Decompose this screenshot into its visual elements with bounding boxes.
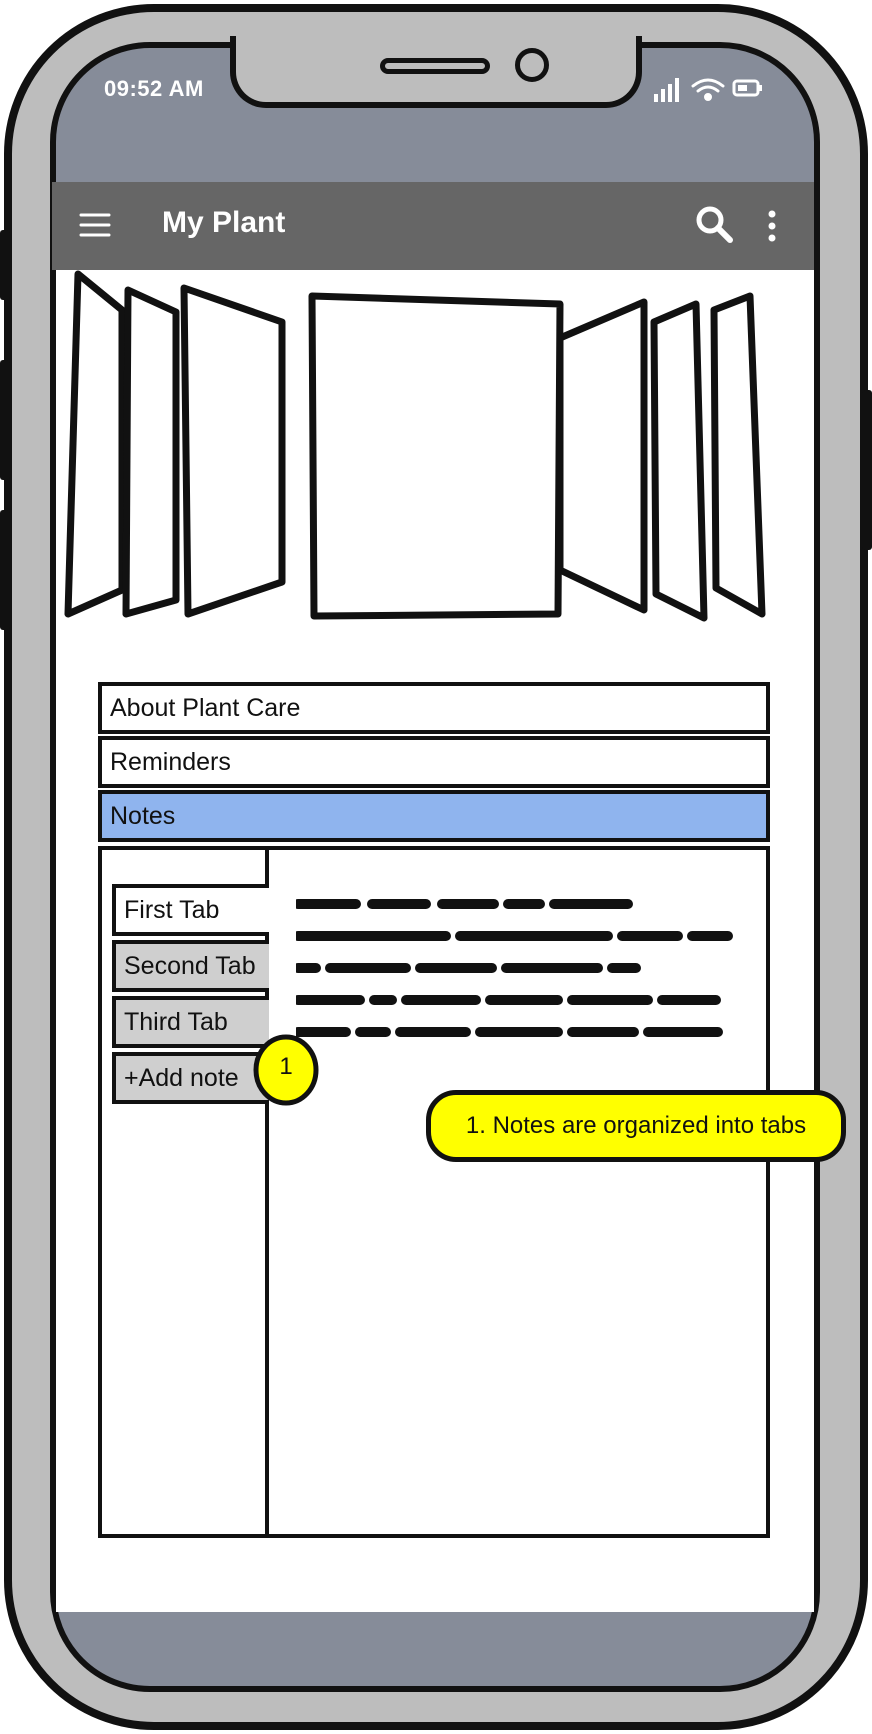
volume-down-button [0,360,10,480]
status-icons [654,78,762,102]
tab-add-note[interactable]: +Add note [112,1052,269,1104]
carousel-image [180,284,286,618]
app-title: My Plant [162,206,286,239]
more-vert-icon[interactable] [760,206,784,246]
annotation-badge-number: 1 [279,1053,293,1080]
tab-label: First Tab [124,895,220,924]
tab-third[interactable]: Third Tab [112,996,269,1048]
note-text-placeholder [296,899,733,1037]
tab-label: Second Tab [124,951,256,980]
section-label: About Plant Care [110,693,301,722]
tab-second[interactable]: Second Tab [112,940,269,992]
status-time: 09:52 AM [104,76,204,101]
carousel-image [650,300,708,622]
section-label: Notes [110,801,176,830]
callout-text: 1. Notes are organized into tabs [465,1112,807,1139]
section-label: Reminders [110,747,231,776]
camera [515,48,549,82]
section-about-plant-care[interactable]: About Plant Care [98,682,770,734]
annotation-callout: 1. Notes are organized into tabs [426,1090,846,1162]
carousel-image [710,292,766,618]
image-carousel[interactable] [60,268,810,638]
speaker [380,58,490,74]
menu-icon[interactable] [78,208,112,242]
wifi-icon [691,78,725,101]
section-reminders[interactable]: Reminders [98,736,770,788]
carousel-image [308,292,564,620]
carousel-image [556,298,648,614]
tab-label: +Add note [124,1063,239,1092]
tab-first[interactable]: First Tab [112,884,269,936]
section-notes[interactable]: Notes [98,790,770,842]
tab-label: Third Tab [124,1007,228,1036]
volume-up-button [0,230,10,300]
search-icon[interactable] [694,204,734,244]
carousel-image [64,270,126,618]
silent-switch [0,510,10,630]
signal-icon [654,78,679,102]
power-button [862,390,872,550]
carousel-image [122,286,180,618]
battery-icon [732,79,762,97]
